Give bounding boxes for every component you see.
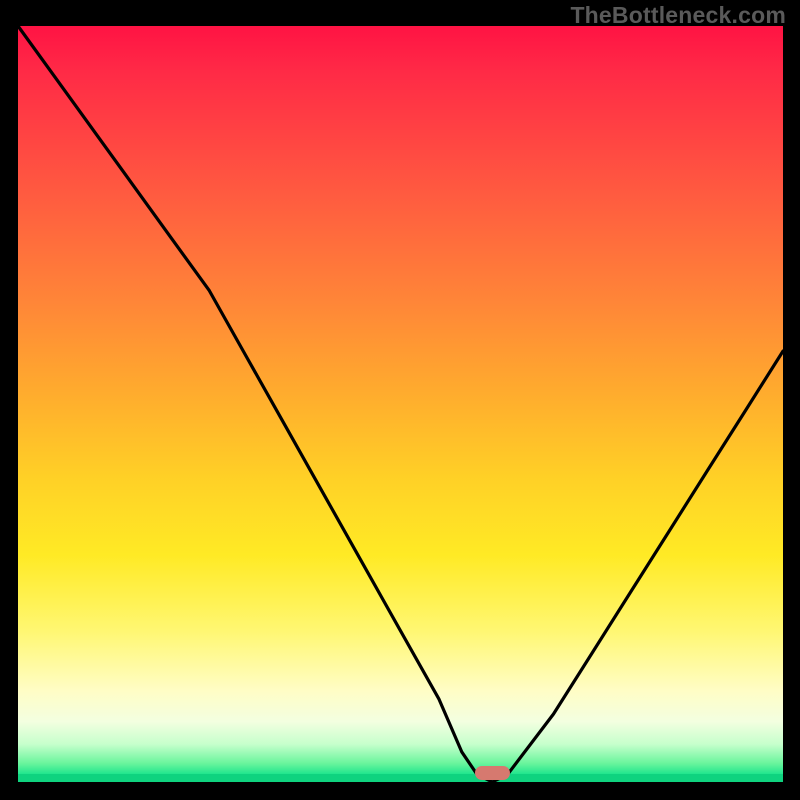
plot-area bbox=[18, 26, 783, 782]
optimal-marker bbox=[475, 766, 509, 780]
chart-frame: TheBottleneck.com bbox=[0, 0, 800, 800]
bottleneck-curve bbox=[18, 26, 783, 782]
watermark-text: TheBottleneck.com bbox=[570, 2, 786, 29]
